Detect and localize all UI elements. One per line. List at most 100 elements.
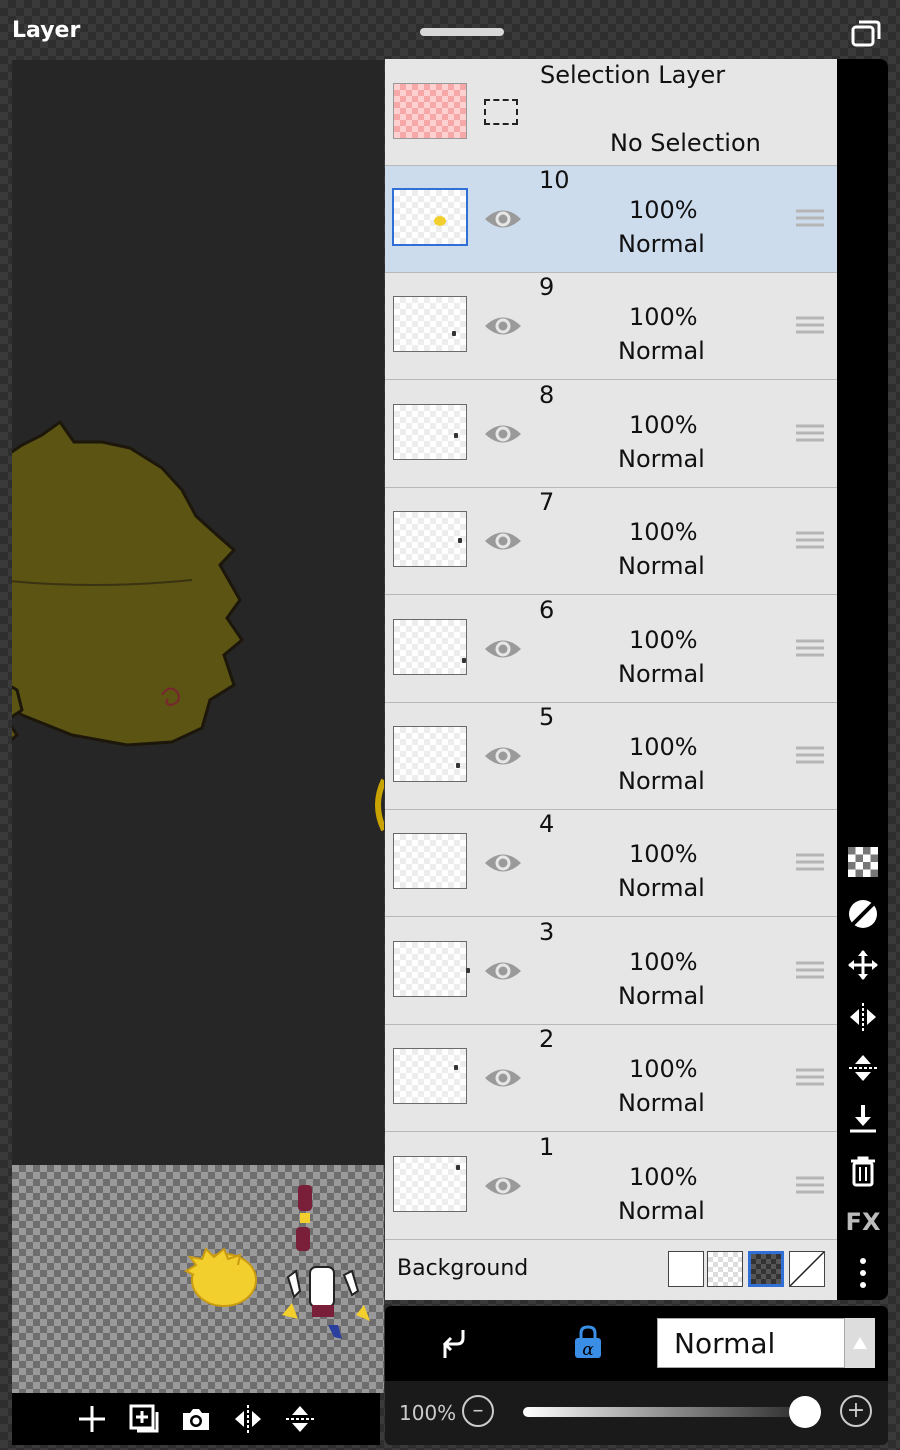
add-layer-icon[interactable] [74,1401,110,1437]
layer-number: 3 [539,917,555,946]
window-toggle-icon[interactable] [850,18,882,48]
layer-blend-mode: Normal [618,552,705,581]
visibility-eye-icon[interactable] [483,1171,523,1201]
duplicate-layer-icon[interactable] [126,1401,162,1437]
background-none-option[interactable] [789,1251,825,1287]
drag-handle-icon[interactable] [796,852,824,872]
more-icon[interactable] [845,1255,881,1291]
canvas-area[interactable] [12,60,384,1165]
canvas-toolbar [12,1393,380,1445]
background-dark-checker-option[interactable] [748,1251,784,1287]
visibility-eye-icon[interactable] [483,526,523,556]
layer-row[interactable]: 8 100% Normal [385,381,837,488]
layer-row[interactable]: 6 100% Normal [385,596,837,703]
opacity-decrease-button[interactable]: – [462,1395,494,1427]
visibility-eye-icon[interactable] [483,634,523,664]
opacity-slider[interactable] [523,1407,805,1417]
drag-handle[interactable] [420,28,504,36]
layer-opacity: 100% [629,1055,698,1084]
layer-thumbnail [393,1048,467,1105]
layer-number: 8 [539,380,555,409]
layer-blend-mode: Normal [618,767,705,795]
drag-handle-icon[interactable] [796,1175,824,1195]
layer-row[interactable]: 7 100% Normal [385,488,837,596]
layer-row[interactable]: 4 100% Normal [385,810,837,918]
opacity-slider-thumb[interactable] [789,1396,821,1428]
visibility-eye-icon[interactable] [483,419,523,449]
visibility-eye-icon[interactable] [483,311,523,341]
background-checker-option[interactable] [707,1251,743,1287]
flip-vertical-icon[interactable] [282,1401,318,1437]
drag-handle-icon[interactable] [796,530,824,550]
layer-number: 7 [539,488,555,517]
opacity-controls: 100% – + [385,1381,888,1445]
layer-blend-mode: Normal [618,981,705,1010]
layer-opacity: 100% [629,303,698,332]
opacity-increase-button[interactable]: + [840,1395,872,1427]
selection-status: No Selection [610,129,761,157]
layer-row[interactable]: 9 100% Normal [385,273,837,381]
canvas-artwork [12,419,384,832]
layer-thumbnail [393,1155,467,1212]
blend-mode-dropdown-button[interactable] [845,1318,875,1368]
canvas-preview-art [183,1185,370,1339]
selection-layer-thumbnail [393,83,467,139]
clear-icon[interactable] [845,896,881,932]
trash-icon[interactable] [845,1153,881,1189]
background-white-option[interactable] [668,1251,704,1287]
layer-tool-strip: FX [837,59,888,1300]
camera-icon[interactable] [178,1401,214,1437]
flip-vertical-icon[interactable] [845,1050,881,1086]
layer-opacity: 100% [629,1162,698,1191]
visibility-eye-icon[interactable] [483,1063,523,1093]
drag-handle-icon[interactable] [796,960,824,980]
drag-handle-icon[interactable] [796,315,824,335]
visibility-eye-icon[interactable] [483,848,523,878]
merge-down-icon[interactable] [845,1101,881,1137]
blend-controls: α Normal [385,1306,888,1380]
layer-thumbnail-content [462,657,466,663]
drag-handle-icon[interactable] [796,423,824,443]
transparency-icon[interactable] [845,844,881,880]
selection-layer-row[interactable]: Selection Layer No Selection [385,59,837,166]
drag-handle-icon[interactable] [796,1067,824,1087]
opacity-value: 100% [399,1401,457,1425]
layer-opacity: 100% [629,733,698,761]
drag-handle-icon[interactable] [796,208,824,228]
layer-thumbnail-content [434,216,446,226]
layer-row[interactable]: 5 100% Normal [385,703,837,810]
layer-thumbnail [393,940,470,997]
canvas-checker-area[interactable] [12,1165,384,1393]
layer-blend-mode: Normal [618,230,705,258]
blend-mode-select[interactable]: Normal [657,1318,845,1368]
layer-thumbnail-content [454,1065,458,1071]
visibility-eye-icon[interactable] [483,741,523,771]
layer-thumbnail-content [466,967,470,973]
layer-thumbnail [393,511,467,568]
layer-row[interactable]: 10 100% Normal [385,166,837,273]
layer-number: 9 [539,273,555,302]
layer-thumbnail [393,618,467,675]
layer-number: 10 [539,166,570,194]
layer-row[interactable]: 2 100% Normal [385,1025,837,1133]
svg-text:α: α [582,1340,594,1360]
layer-thumbnail-content [458,538,462,544]
layer-number: 4 [539,810,555,839]
fx-button[interactable]: FX [845,1204,881,1240]
drag-handle-icon[interactable] [796,745,824,765]
move-icon[interactable] [845,947,881,983]
visibility-eye-icon[interactable] [483,956,523,986]
layer-blend-mode: Normal [618,337,705,366]
layer-row[interactable]: 3 100% Normal [385,918,837,1025]
layer-blend-mode: Normal [618,444,705,473]
layer-row[interactable]: 1 100% Normal [385,1133,837,1240]
flip-horizontal-icon[interactable] [230,1401,266,1437]
clipping-icon[interactable] [437,1326,471,1360]
layer-blend-mode: Normal [618,1196,705,1225]
drag-handle-icon[interactable] [796,638,824,658]
layer-opacity: 100% [629,947,698,976]
alpha-lock-icon[interactable]: α [571,1324,605,1362]
flip-horizontal-icon[interactable] [845,999,881,1035]
visibility-eye-icon[interactable] [483,204,523,234]
layer-panel: Selection Layer No Selection 10 100% Norma… [385,59,837,1300]
